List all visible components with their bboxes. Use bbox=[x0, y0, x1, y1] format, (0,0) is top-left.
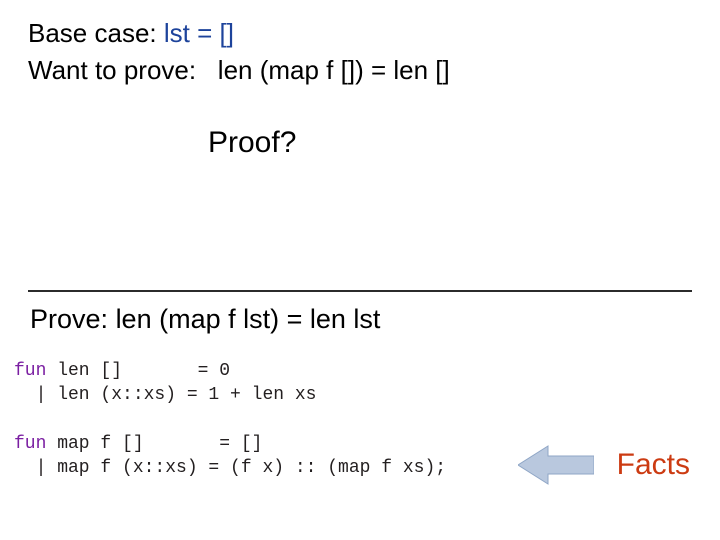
base-case-eq: lst = [] bbox=[164, 18, 234, 48]
keyword-fun: fun bbox=[14, 434, 46, 454]
divider bbox=[28, 290, 692, 292]
len-def-line1: len [] = 0 bbox=[46, 361, 230, 381]
map-def-line1: map f [] = [] bbox=[46, 434, 262, 454]
want-label: Want to prove: bbox=[28, 55, 196, 85]
base-case-line: Base case: lst = [] bbox=[28, 18, 692, 49]
want-to-prove-line: Want to prove: len (map f []) = len [] bbox=[28, 55, 692, 86]
slide: Base case: lst = [] Want to prove: len (… bbox=[0, 0, 720, 540]
facts-label: Facts bbox=[617, 448, 690, 482]
proof-heading: Proof? bbox=[208, 126, 692, 160]
prove-line: Prove: len (map f lst) = len lst bbox=[30, 304, 692, 335]
len-def-line2: | len (x::xs) = 1 + len xs bbox=[14, 385, 316, 405]
prove-eq: len (map f lst) = len lst bbox=[116, 304, 381, 334]
arrow-left-icon bbox=[518, 444, 594, 486]
keyword-fun: fun bbox=[14, 361, 46, 381]
base-case-label: Base case: bbox=[28, 18, 157, 48]
prove-label: Prove: bbox=[30, 304, 108, 334]
map-def-line2: | map f (x::xs) = (f x) :: (map f xs); bbox=[14, 458, 446, 478]
want-eq: len (map f []) = len [] bbox=[218, 55, 450, 85]
